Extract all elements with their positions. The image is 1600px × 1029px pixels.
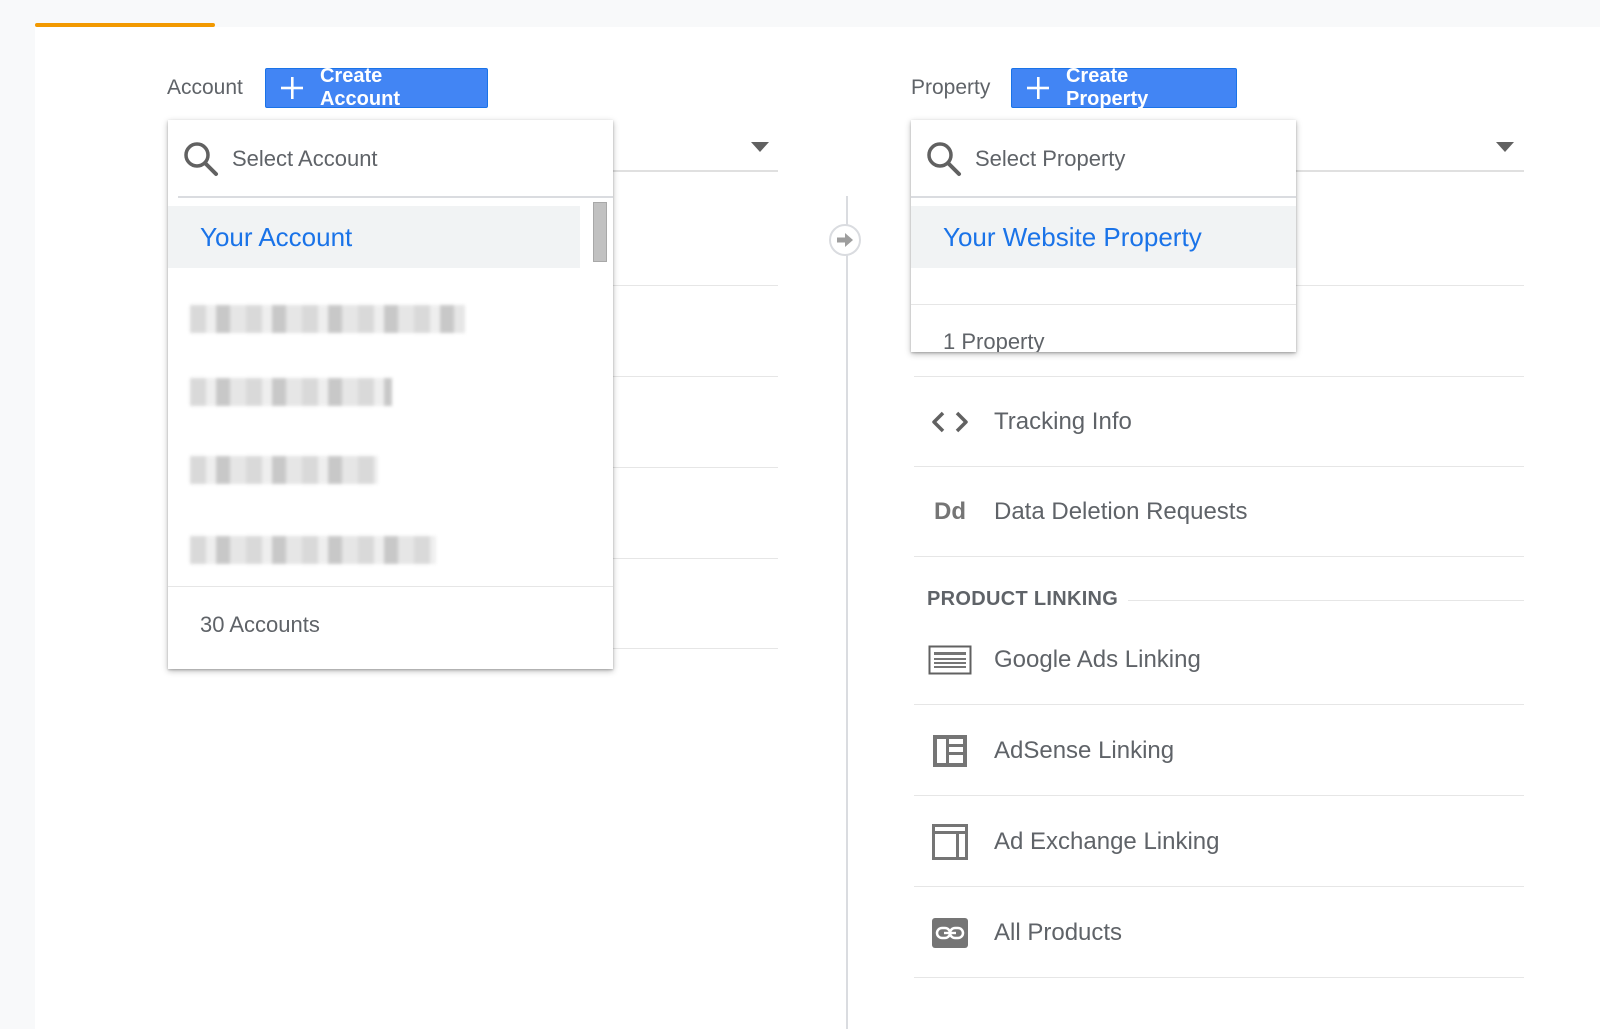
menu-item-label: Tracking Info xyxy=(994,407,1132,435)
account-list-item-selected[interactable]: Your Account xyxy=(168,206,580,268)
section-rule xyxy=(1128,600,1524,601)
property-count: 1 Property xyxy=(943,329,1045,352)
account-list-item-redacted[interactable] xyxy=(190,305,465,333)
plus-icon xyxy=(1026,77,1049,99)
dd-icon: Dd xyxy=(934,497,966,525)
search-divider xyxy=(178,196,613,198)
property-list-item-selected[interactable]: Your Website Property xyxy=(911,206,1296,268)
menu-item-data-deletion-requests[interactable]: Dd Data Deletion Requests xyxy=(914,467,1524,557)
menu-item-label: Google Ads Linking xyxy=(994,645,1201,673)
menu-item-adsense-linking[interactable]: AdSense Linking xyxy=(914,706,1524,796)
adsense-icon xyxy=(928,733,972,769)
create-account-button[interactable]: Create Account xyxy=(265,65,488,110)
menu-item-label: All Products xyxy=(994,918,1123,946)
menu-item-label: Data Deletion Requests xyxy=(994,497,1248,525)
active-tab-indicator xyxy=(35,23,215,27)
property-column-label: Property xyxy=(911,76,991,99)
account-dropdown: Your Account 30 Accounts xyxy=(168,120,613,669)
property-search-input[interactable] xyxy=(973,140,1277,178)
menu-item-label: Ad Exchange Linking xyxy=(994,827,1220,855)
menu-item-all-products[interactable]: All Products xyxy=(914,888,1524,978)
ad-exchange-icon xyxy=(928,823,972,860)
menu-item-google-ads-linking[interactable]: Google Ads Linking xyxy=(914,615,1524,705)
property-dropdown: Your Website Property 1 Property xyxy=(911,120,1296,352)
account-column-label: Account xyxy=(167,76,243,99)
column-connector xyxy=(829,224,861,256)
search-divider xyxy=(911,196,1296,198)
menu-item-label: AdSense Linking xyxy=(994,736,1175,764)
link-icon xyxy=(928,915,972,951)
create-account-label: Create Account xyxy=(319,65,400,110)
scrollbar-thumb[interactable] xyxy=(593,202,607,262)
search-icon xyxy=(184,142,218,176)
property-search-bar xyxy=(911,120,1296,196)
account-search-input[interactable] xyxy=(230,140,534,178)
account-count: 30 Accounts xyxy=(200,612,320,637)
account-list-item-redacted[interactable] xyxy=(190,536,436,564)
footer-divider xyxy=(911,304,1296,305)
account-search-bar xyxy=(168,120,613,196)
account-dropdown-caret-icon[interactable] xyxy=(751,142,769,152)
footer-divider xyxy=(168,586,613,587)
account-list-item-redacted[interactable] xyxy=(190,456,378,484)
create-property-label: Create Property xyxy=(1065,65,1149,110)
google-ads-icon xyxy=(928,642,972,678)
code-brackets-icon xyxy=(928,404,972,440)
search-icon xyxy=(927,142,961,176)
arrow-right-icon xyxy=(837,233,853,247)
property-dropdown-caret-icon[interactable] xyxy=(1496,142,1514,152)
plus-icon xyxy=(280,77,303,99)
create-property-button[interactable]: Create Property xyxy=(1011,65,1237,110)
account-list-item-redacted[interactable] xyxy=(190,378,392,406)
column-connector-line xyxy=(846,196,848,1029)
section-title-product-linking: PRODUCT LINKING xyxy=(927,588,1119,610)
menu-item-ad-exchange-linking[interactable]: Ad Exchange Linking xyxy=(914,797,1524,887)
menu-item-tracking-info[interactable]: Tracking Info xyxy=(914,377,1524,467)
